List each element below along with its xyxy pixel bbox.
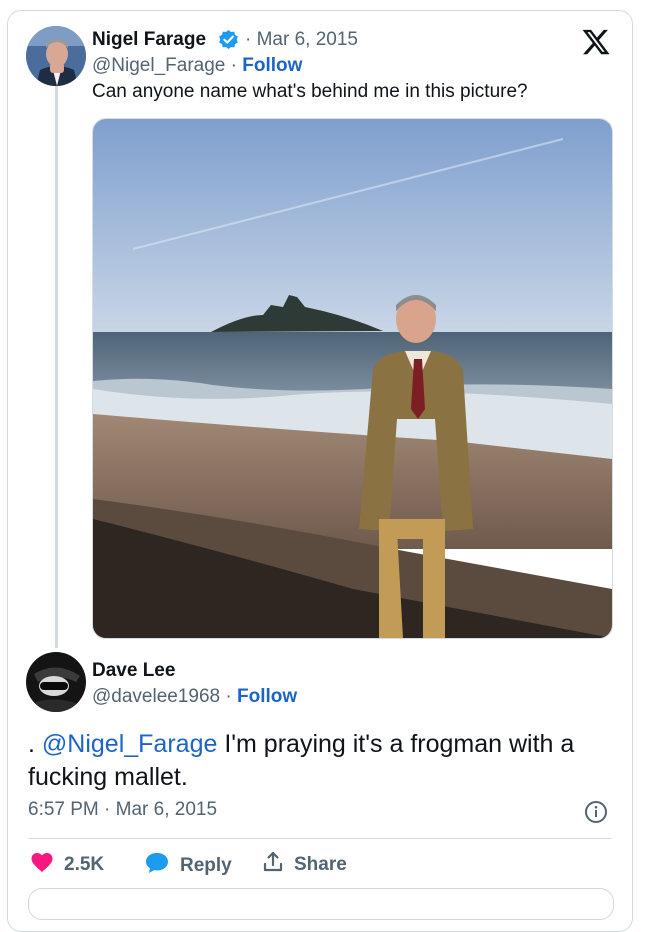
author-handle-line: @Nigel_Farage · Follow (92, 55, 302, 77)
reply-follow-button[interactable]: Follow (237, 686, 297, 707)
reply-text: . @Nigel_Farage I'm praying it's a frogm… (28, 728, 628, 794)
follow-button[interactable]: Follow (242, 55, 302, 76)
share-icon (262, 851, 284, 879)
reply-handle-separator: · (225, 686, 232, 707)
share-label: Share (294, 854, 347, 875)
share-button[interactable]: Share (262, 851, 347, 879)
verified-badge-icon (218, 29, 239, 50)
handle-separator: · (230, 55, 237, 76)
tweet-text: Can anyone name what's behind me in this… (92, 81, 528, 102)
author-avatar[interactable] (26, 26, 86, 86)
reply-author-avatar[interactable] (26, 652, 86, 712)
action-divider (28, 838, 612, 839)
reply-mention-link[interactable]: @Nigel_Farage (42, 730, 217, 758)
reply-bubble-icon (144, 851, 170, 881)
info-icon[interactable] (584, 800, 608, 824)
reply-handle-line: @davelee1968 · Follow (92, 686, 297, 708)
author-handle[interactable]: @Nigel_Farage (92, 55, 225, 76)
reply-label: Reply (180, 855, 232, 876)
like-count: 2.5K (64, 854, 105, 875)
tweet-photo[interactable] (92, 118, 613, 639)
reply-author-handle[interactable]: @davelee1968 (92, 686, 220, 707)
read-replies-box[interactable] (28, 888, 614, 920)
x-logo-icon[interactable] (581, 27, 611, 57)
reply-text-prefix: . (28, 730, 42, 758)
like-button[interactable]: 2.5K (30, 851, 104, 879)
author-name[interactable]: Nigel Farage (92, 29, 206, 51)
reply-button[interactable]: Reply (144, 851, 232, 881)
reply-timestamp[interactable]: 6:57 PM · Mar 6, 2015 (28, 799, 217, 821)
thread-line (55, 86, 58, 648)
reply-author-name[interactable]: Dave Lee (92, 660, 175, 682)
heart-icon (30, 851, 54, 879)
tweet-date[interactable]: · Mar 6, 2015 (245, 29, 358, 51)
